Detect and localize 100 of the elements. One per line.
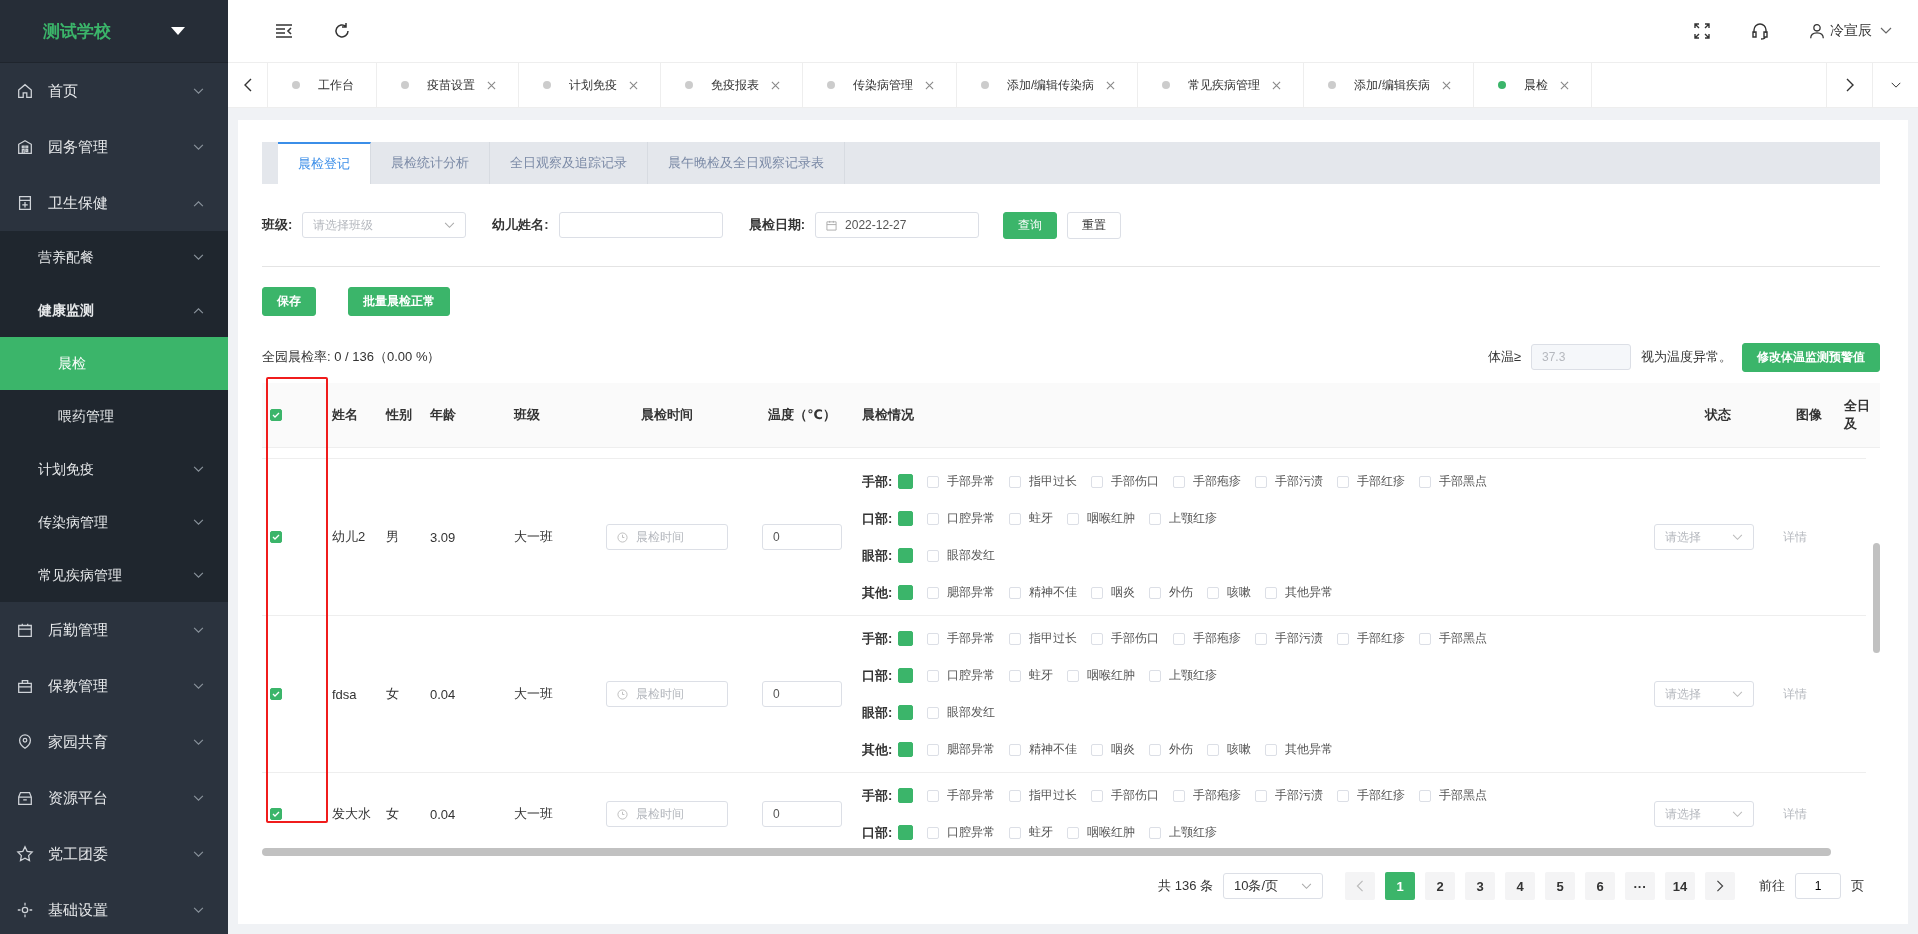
symptom-checkbox[interactable]: [1091, 475, 1104, 488]
row-checkbox[interactable]: [270, 688, 282, 700]
page-tab[interactable]: 晨检: [1473, 63, 1592, 107]
symptom-checkbox[interactable]: [927, 475, 940, 488]
page-size-select[interactable]: 10条/页: [1223, 873, 1323, 899]
symptom-checkbox[interactable]: [1207, 586, 1220, 599]
temperature-input[interactable]: 0: [762, 524, 842, 550]
symptom-checkbox[interactable]: [1265, 586, 1278, 599]
submenu-item[interactable]: 传染病管理: [0, 496, 228, 549]
close-icon[interactable]: [1272, 80, 1282, 90]
normal-checkbox[interactable]: [898, 705, 914, 720]
submenu-item[interactable]: 计划免疫: [0, 443, 228, 496]
menu-item[interactable]: 基础设置: [0, 882, 228, 934]
symptom-checkbox[interactable]: [1173, 632, 1186, 645]
symptom-checkbox[interactable]: [1009, 632, 1022, 645]
symptom-checkbox[interactable]: [1149, 669, 1162, 682]
page-tab[interactable]: 传染病管理: [803, 63, 957, 107]
menu-item[interactable]: 首页: [0, 63, 228, 119]
row-checkbox[interactable]: [270, 808, 282, 820]
page-button[interactable]: 6: [1585, 872, 1615, 900]
symptom-checkbox[interactable]: [1173, 475, 1186, 488]
horizontal-scrollbar[interactable]: [262, 848, 1832, 856]
symptom-checkbox[interactable]: [1009, 512, 1022, 525]
symptom-checkbox[interactable]: [927, 706, 940, 719]
page-button[interactable]: 14: [1665, 872, 1695, 900]
close-icon[interactable]: [771, 80, 780, 90]
symptom-checkbox[interactable]: [1337, 475, 1350, 488]
close-icon[interactable]: [1441, 80, 1451, 90]
submenu-item[interactable]: 营养配餐: [0, 231, 228, 284]
symptom-checkbox[interactable]: [927, 549, 940, 562]
symptom-checkbox[interactable]: [1419, 632, 1432, 645]
normal-checkbox[interactable]: [898, 585, 914, 600]
section-tab[interactable]: 晨检登记: [278, 142, 371, 184]
page-tab[interactable]: 工作台: [268, 63, 377, 107]
symptom-checkbox[interactable]: [1255, 789, 1268, 802]
fullscreen-icon[interactable]: [1692, 21, 1712, 41]
symptom-checkbox[interactable]: [927, 789, 940, 802]
symptom-checkbox[interactable]: [1173, 789, 1186, 802]
symptom-checkbox[interactable]: [927, 632, 940, 645]
school-name[interactable]: 测试学校: [43, 19, 111, 43]
symptom-checkbox[interactable]: [1009, 475, 1022, 488]
caret-icon[interactable]: [171, 27, 185, 35]
menu-item[interactable]: 保教管理: [0, 658, 228, 714]
refresh-icon[interactable]: [332, 21, 352, 41]
menu-item[interactable]: 家园共育: [0, 714, 228, 770]
submenu-item[interactable]: 健康监测: [0, 284, 228, 337]
temperature-input[interactable]: 0: [762, 801, 842, 827]
normal-checkbox[interactable]: [898, 548, 914, 563]
close-icon[interactable]: [1106, 80, 1116, 90]
page-button[interactable]: 4: [1505, 872, 1535, 900]
normal-checkbox[interactable]: [898, 474, 914, 489]
close-icon[interactable]: [487, 80, 496, 90]
normal-checkbox[interactable]: [898, 631, 914, 646]
user-menu[interactable]: 冷宣辰: [1808, 22, 1892, 40]
row-checkbox[interactable]: [270, 531, 282, 543]
select-all-checkbox[interactable]: [270, 409, 282, 421]
menu-item[interactable]: 资源平台: [0, 770, 228, 826]
symptom-checkbox[interactable]: [1337, 789, 1350, 802]
symptom-checkbox[interactable]: [927, 826, 940, 839]
symptom-checkbox[interactable]: [1009, 743, 1022, 756]
symptom-checkbox[interactable]: [1419, 789, 1432, 802]
reset-button[interactable]: 重置: [1067, 211, 1122, 239]
symptom-checkbox[interactable]: [1255, 632, 1268, 645]
page-tab[interactable]: 常见疾病管理: [1138, 63, 1305, 107]
menu-fold-icon[interactable]: [274, 21, 294, 41]
next-page-button[interactable]: [1705, 872, 1735, 900]
symptom-checkbox[interactable]: [1149, 743, 1162, 756]
normal-checkbox[interactable]: [898, 668, 914, 683]
symptom-checkbox[interactable]: [1149, 512, 1162, 525]
close-icon[interactable]: [629, 80, 638, 90]
symptom-checkbox[interactable]: [927, 743, 940, 756]
symptom-checkbox[interactable]: [1009, 669, 1022, 682]
symptom-checkbox[interactable]: [1091, 743, 1104, 756]
previous-page-button[interactable]: [1345, 872, 1375, 900]
symptom-checkbox[interactable]: [1149, 826, 1162, 839]
menu-item[interactable]: 园务管理: [0, 119, 228, 175]
symptom-checkbox[interactable]: [927, 586, 940, 599]
page-button[interactable]: ···: [1625, 872, 1655, 900]
page-tab[interactable]: 计划免疫: [519, 63, 661, 107]
page-tab[interactable]: 添加/编辑传染病: [957, 63, 1139, 107]
menu-item[interactable]: 卫生保健: [0, 175, 228, 231]
vertical-scrollbar[interactable]: [1873, 543, 1880, 653]
page-button[interactable]: 5: [1545, 872, 1575, 900]
symptom-checkbox[interactable]: [1255, 475, 1268, 488]
symptom-checkbox[interactable]: [1337, 632, 1350, 645]
page-button[interactable]: 3: [1465, 872, 1495, 900]
headset-icon[interactable]: [1750, 21, 1770, 41]
date-picker[interactable]: 2022-12-27: [815, 212, 980, 238]
name-input[interactable]: [558, 212, 723, 238]
symptom-checkbox[interactable]: [1091, 632, 1104, 645]
page-tab[interactable]: 疫苗设置: [377, 63, 519, 107]
symptom-checkbox[interactable]: [1067, 669, 1080, 682]
symptom-checkbox[interactable]: [1207, 743, 1220, 756]
symptom-checkbox[interactable]: [1009, 789, 1022, 802]
symptom-checkbox[interactable]: [1265, 743, 1278, 756]
close-icon[interactable]: [1559, 80, 1569, 90]
close-icon[interactable]: [925, 80, 934, 90]
symptom-checkbox[interactable]: [1149, 586, 1162, 599]
normal-checkbox[interactable]: [898, 788, 914, 803]
submenu-item[interactable]: 喂药管理: [0, 390, 228, 443]
